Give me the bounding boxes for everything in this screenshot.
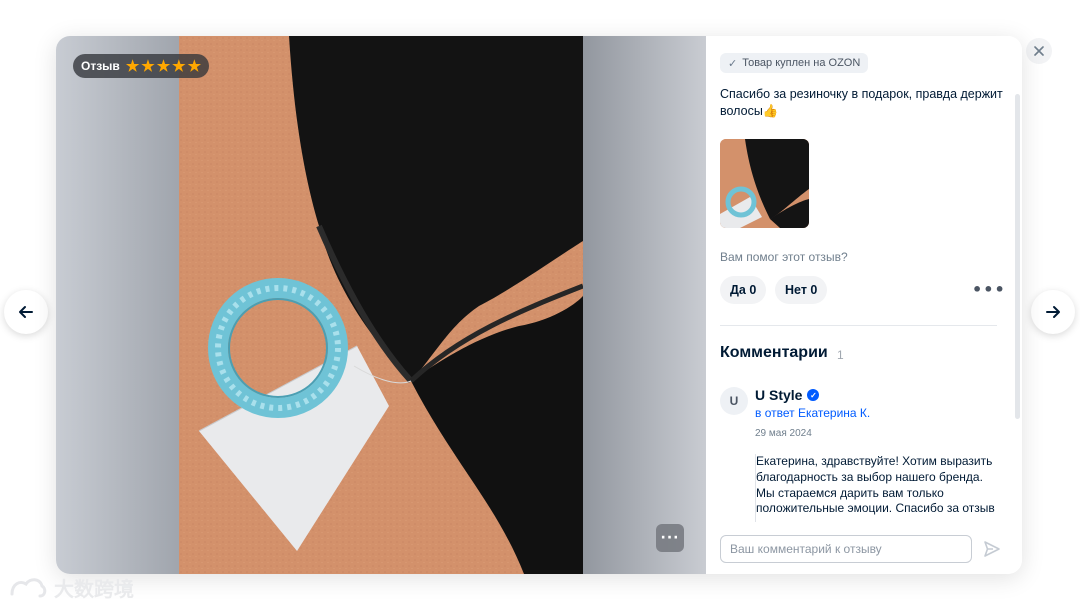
- close-button[interactable]: [1026, 38, 1052, 64]
- watermark: 大数跨境: [8, 573, 134, 602]
- comment-input[interactable]: [720, 535, 972, 563]
- review-photo[interactable]: [179, 36, 583, 574]
- divider: [720, 325, 997, 326]
- avatar: U: [720, 387, 748, 415]
- watermark-text: 大数跨境: [54, 577, 134, 601]
- comment-author[interactable]: U Style ✓: [755, 387, 820, 403]
- more-options-button[interactable]: •••: [972, 280, 1006, 299]
- helpful-question: Вам помог этот отзыв?: [720, 250, 848, 264]
- comment-reply-to-link[interactable]: в ответ Екатерина К.: [755, 406, 870, 420]
- review-media-viewer: Отзыв ★ ★ ★ ★ ★ ···: [56, 36, 706, 574]
- comments-count: 1: [837, 348, 844, 362]
- panel-scrollbar[interactable]: [1015, 94, 1020, 419]
- purchased-badge: ✓ Товар куплен на OZON: [720, 53, 869, 73]
- next-review-button[interactable]: [1031, 290, 1075, 334]
- more-dots-icon: ···: [660, 530, 680, 546]
- verified-icon: ✓: [807, 389, 820, 401]
- comment-date: 29 мая 2024: [755, 428, 812, 439]
- star-icon: ★: [156, 57, 171, 75]
- vote-no-button[interactable]: Нет 0: [775, 276, 828, 304]
- star-icon: ★: [141, 57, 155, 75]
- purchased-badge-text: Товар куплен на OZON: [742, 57, 861, 69]
- comment-text: Екатерина, здравствуйте! Хотим выразить …: [755, 454, 1000, 522]
- arrow-left-icon: [19, 306, 33, 318]
- rating-pill: Отзыв ★ ★ ★ ★ ★: [73, 54, 210, 78]
- check-icon: ✓: [728, 57, 738, 70]
- send-icon: [984, 541, 1000, 557]
- comments-title: Комментарии: [720, 344, 828, 361]
- review-modal: Отзыв ★ ★ ★ ★ ★ ··· ✓ Товар куплен на OZ…: [56, 36, 1022, 574]
- more-dots-icon: •••: [972, 280, 1006, 299]
- close-icon: [1034, 46, 1044, 56]
- arrow-right-icon: [1046, 306, 1060, 318]
- watermark-logo-icon: [10, 577, 47, 597]
- rating-label: Отзыв: [81, 59, 120, 73]
- review-photo-image: [179, 36, 583, 574]
- media-more-button[interactable]: ···: [656, 524, 684, 552]
- vote-yes-button[interactable]: Да 0: [720, 276, 767, 304]
- star-icon: ★: [125, 57, 140, 75]
- send-comment-button[interactable]: [980, 536, 1004, 562]
- rating-stars: ★ ★ ★ ★ ★: [126, 59, 201, 74]
- star-icon: ★: [187, 57, 202, 75]
- review-text: Спасибо за резиночку в подарок, правда д…: [720, 87, 1003, 118]
- comment-text-content: Екатерина, здравствуйте! Хотим выразить …: [756, 454, 995, 516]
- previous-review-button[interactable]: [4, 290, 48, 334]
- review-photo-thumbnail[interactable]: [720, 139, 809, 228]
- comment-author-name: U Style: [755, 387, 803, 403]
- thumbnail-image: [720, 139, 809, 228]
- review-details-panel: ✓ Товар куплен на OZON Спасибо за резино…: [706, 36, 1022, 574]
- star-icon: ★: [172, 57, 186, 75]
